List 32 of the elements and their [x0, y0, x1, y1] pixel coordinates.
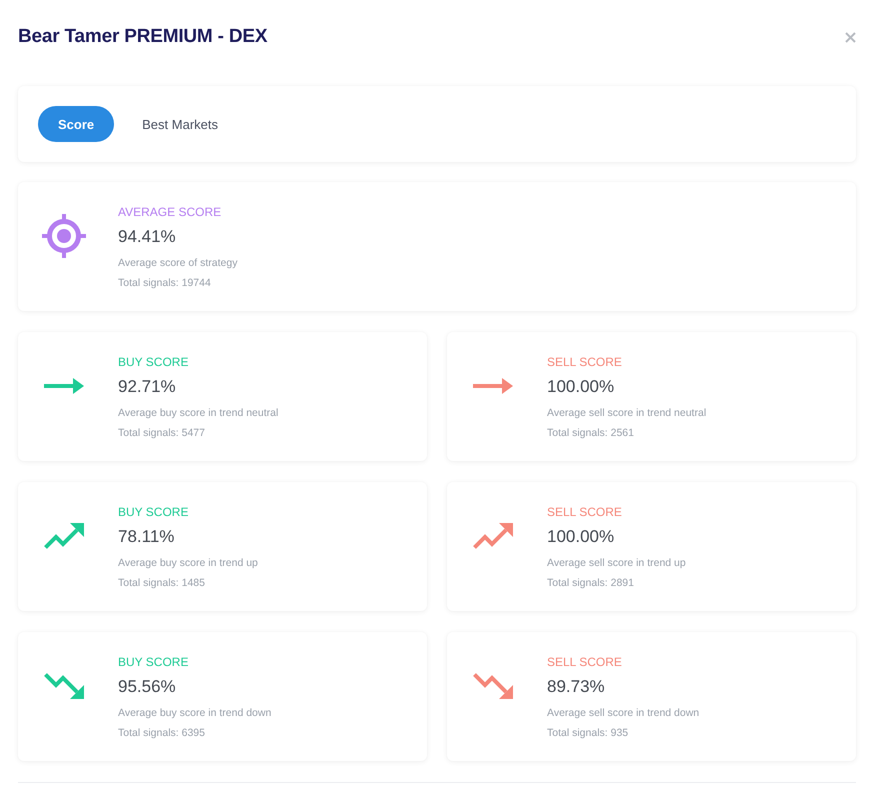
- score-label: SELL SCORE: [547, 654, 622, 670]
- score-label: BUY SCORE: [118, 354, 188, 370]
- score-value: 92.71%: [118, 376, 176, 398]
- total-signals: Total signals: 1485: [118, 576, 205, 591]
- score-label: AVERAGE SCORE: [118, 204, 222, 220]
- score-value: 94.41%: [118, 226, 176, 248]
- score-label: BUY SCORE: [118, 654, 188, 670]
- score-value: 95.56%: [118, 676, 176, 698]
- score-description: Average score of strategy: [118, 256, 238, 271]
- total-signals: Total signals: 6395: [118, 726, 205, 741]
- score-value: 78.11%: [118, 526, 174, 548]
- score-description: Average buy score in trend up: [118, 556, 258, 571]
- tab[interactable]: Score: [38, 106, 114, 142]
- total-signals: Total signals: 935: [547, 726, 628, 741]
- score-description: Average sell score in trend up: [547, 556, 686, 571]
- score-value: 100.00%: [547, 526, 614, 548]
- score-description: Average sell score in trend neutral: [547, 406, 706, 421]
- total-signals: Total signals: 5477: [118, 426, 205, 441]
- score-value: 89.73%: [547, 676, 605, 698]
- window-title: Bear Tamer PREMIUM - DEX: [18, 26, 268, 48]
- score-label: SELL SCORE: [547, 354, 622, 370]
- score-description: Average buy score in trend down: [118, 706, 272, 721]
- score-label: SELL SCORE: [547, 504, 622, 520]
- score-value: 100.00%: [547, 376, 614, 398]
- score-description: Average buy score in trend neutral: [118, 406, 278, 421]
- close-icon: [845, 32, 856, 42]
- total-signals: Total signals: 2561: [547, 426, 634, 441]
- total-signals: Total signals: 19744: [118, 276, 211, 291]
- total-signals: Total signals: 2891: [547, 576, 634, 591]
- score-description: Average sell score in trend down: [547, 706, 700, 721]
- tab[interactable]: Best Markets: [122, 106, 238, 142]
- score-label: BUY SCORE: [118, 504, 188, 520]
